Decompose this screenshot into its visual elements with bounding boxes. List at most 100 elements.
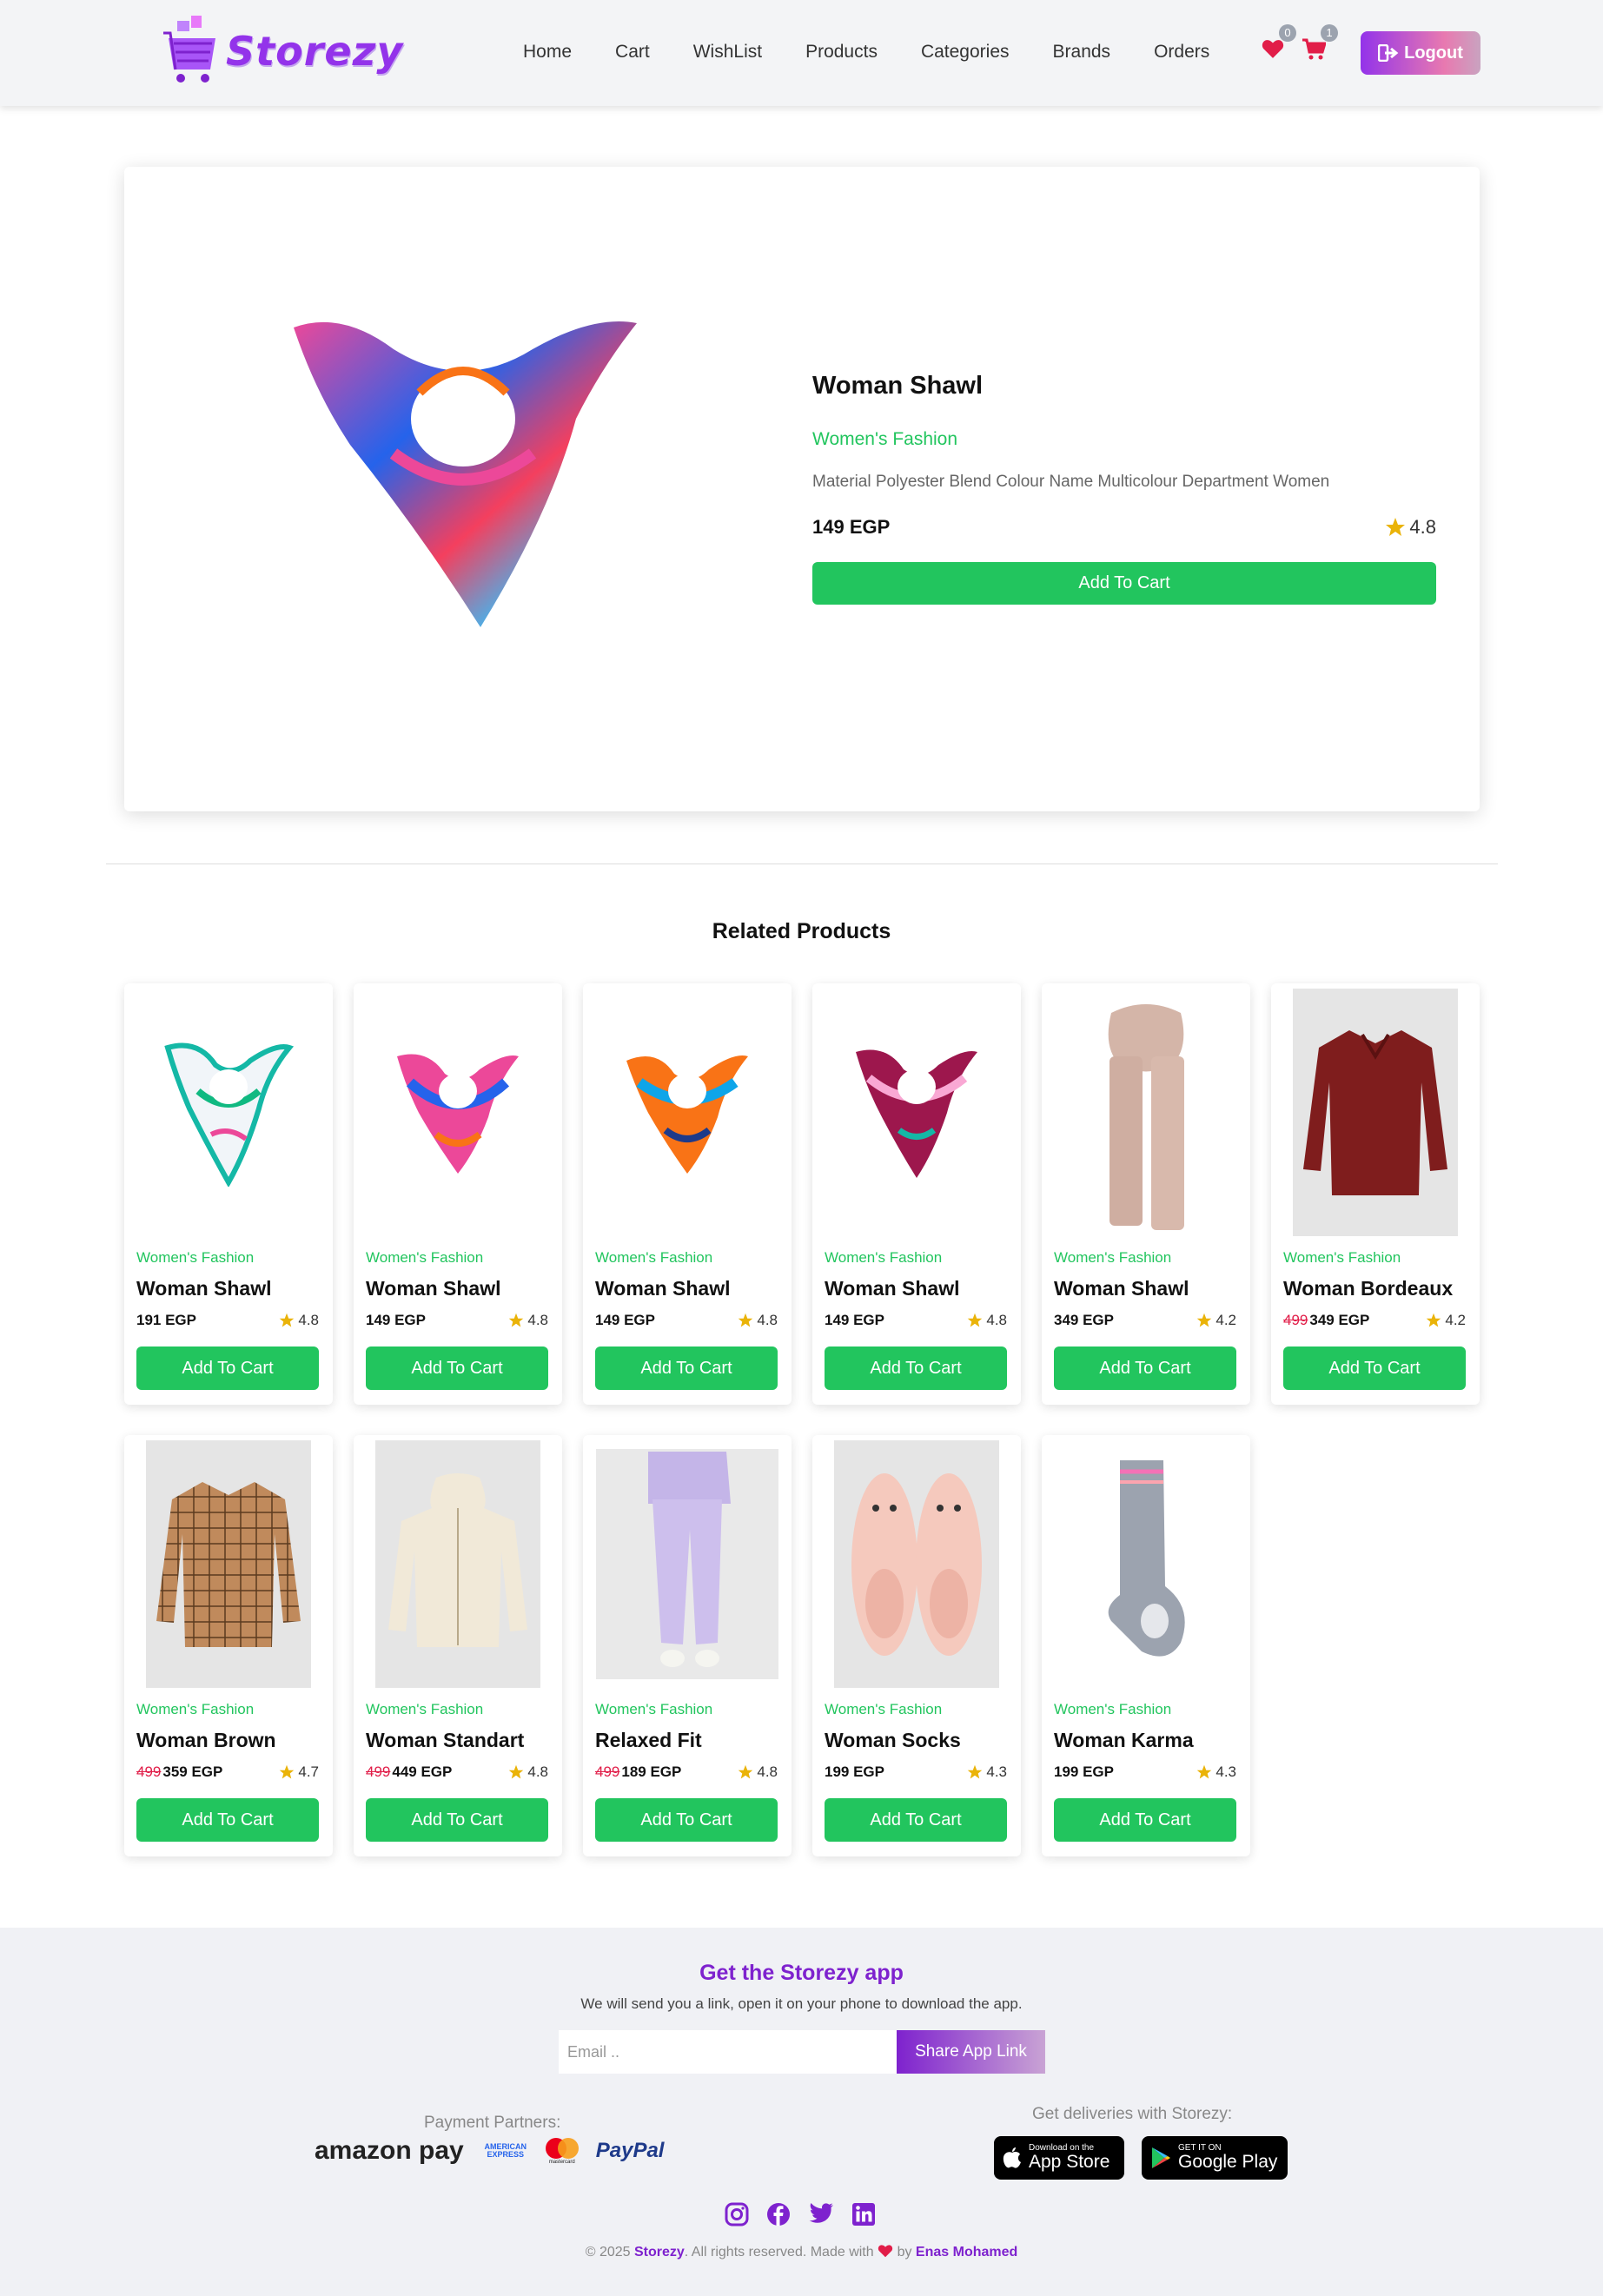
add-to-cart-button[interactable]: Add To Cart	[825, 1347, 1007, 1390]
apple-icon	[1003, 2147, 1021, 2168]
product-card-name[interactable]: Woman Shawl	[366, 1277, 501, 1300]
product-card-category[interactable]: Women's Fashion	[1283, 1249, 1401, 1267]
email-input[interactable]: Email ..	[559, 2030, 897, 2074]
product-card-current-price: 199 EGP	[1054, 1763, 1114, 1780]
product-card-price: 149 EGP	[595, 1312, 655, 1329]
product-card-old-price: 499	[1283, 1312, 1308, 1328]
star-icon	[509, 1313, 524, 1327]
product-card-name[interactable]: Woman Shawl	[136, 1277, 272, 1300]
product-card-name[interactable]: Relaxed Fit	[595, 1729, 702, 1752]
rating-value: 4.8	[527, 1312, 548, 1328]
product-card-name[interactable]: Woman Standart	[366, 1729, 524, 1752]
wishlist-button[interactable]: 0	[1262, 24, 1296, 63]
app-store-button[interactable]: Download on the App Store	[994, 2136, 1124, 2180]
add-to-cart-button[interactable]: Add To Cart	[1283, 1347, 1466, 1390]
product-card-category[interactable]: Women's Fashion	[1054, 1701, 1171, 1718]
product-card-rating: 4.2	[1196, 1312, 1236, 1329]
product-card-image[interactable]	[1283, 989, 1467, 1236]
nav-link-brands[interactable]: Brands	[1053, 42, 1111, 63]
product-card-image[interactable]	[595, 989, 779, 1236]
product-card[interactable]: Women's Fashion Relaxed Fit 499 189 EGP 4.8 A…	[583, 1435, 792, 1856]
twitter-icon[interactable]	[808, 2202, 834, 2231]
add-to-cart-button[interactable]: Add To Cart	[1054, 1798, 1236, 1842]
footer-title: Get the Storezy app	[699, 1961, 904, 1985]
add-to-cart-button[interactable]: Add To Cart	[136, 1347, 319, 1390]
nav-links: Home Cart WishList Products Categories B…	[523, 42, 1253, 63]
product-card-name[interactable]: Woman Karma	[1054, 1729, 1194, 1752]
product-card-name[interactable]: Woman Bordeaux	[1283, 1277, 1453, 1300]
product-card-current-price: 199 EGP	[825, 1763, 884, 1780]
nav-link-home[interactable]: Home	[523, 42, 572, 63]
add-to-cart-button[interactable]: Add To Cart	[595, 1347, 778, 1390]
facebook-icon[interactable]	[766, 2202, 791, 2231]
product-card-category[interactable]: Women's Fashion	[825, 1701, 942, 1718]
product-category[interactable]: Women's Fashion	[812, 429, 957, 450]
product-card-image[interactable]	[595, 1440, 779, 1688]
nav-link-wishlist[interactable]: WishList	[693, 42, 762, 63]
product-rating: 4.8	[1385, 516, 1436, 539]
product-card-rating: 4.3	[1196, 1763, 1236, 1781]
product-card[interactable]: Women's Fashion Woman Bordeaux 499 349 EGP 4…	[1271, 983, 1480, 1405]
paypal-logo: PayPal	[595, 2139, 665, 2162]
product-card-category[interactable]: Women's Fashion	[136, 1701, 254, 1718]
product-card-category[interactable]: Women's Fashion	[366, 1701, 483, 1718]
product-card-rating: 4.8	[967, 1312, 1007, 1329]
google-play-big-label: Google Play	[1178, 2152, 1278, 2172]
linkedin-icon[interactable]	[851, 2202, 876, 2231]
cart-button[interactable]: 1	[1302, 24, 1338, 65]
product-card-category[interactable]: Women's Fashion	[136, 1249, 254, 1267]
add-to-cart-button[interactable]: Add To Cart	[595, 1798, 778, 1842]
product-card[interactable]: Women's Fashion Woman Standart 499 449 EGP 4…	[354, 1435, 562, 1856]
nav-link-cart[interactable]: Cart	[615, 42, 650, 63]
google-play-button[interactable]: GET IT ON Google Play	[1142, 2136, 1288, 2180]
product-card-name[interactable]: Woman Shawl	[825, 1277, 960, 1300]
product-card-image[interactable]	[825, 1440, 1009, 1688]
product-card-old-price: 499	[595, 1763, 620, 1780]
rating-value: 4.2	[1445, 1312, 1466, 1328]
product-card[interactable]: Women's Fashion Woman Shawl 349 EGP 4.2 Add …	[1042, 983, 1250, 1405]
add-to-cart-button[interactable]: Add To Cart	[366, 1347, 548, 1390]
product-card-rating: 4.8	[508, 1763, 548, 1781]
product-card-name[interactable]: Woman Socks	[825, 1729, 961, 1752]
product-card[interactable]: Women's Fashion Woman Shawl 191 EGP 4.8 Add …	[124, 983, 333, 1405]
add-to-cart-button[interactable]: Add To Cart	[136, 1798, 319, 1842]
product-card-category[interactable]: Women's Fashion	[825, 1249, 942, 1267]
product-card-image[interactable]	[1054, 1440, 1238, 1688]
product-card-category[interactable]: Women's Fashion	[1054, 1249, 1171, 1267]
product-card-category[interactable]: Women's Fashion	[366, 1249, 483, 1267]
add-to-cart-button[interactable]: Add To Cart	[1054, 1347, 1236, 1390]
brand-logo[interactable]: Storezy	[162, 14, 403, 89]
nav-link-categories[interactable]: Categories	[921, 42, 1010, 63]
add-to-cart-button[interactable]: Add To Cart	[825, 1798, 1007, 1842]
product-card-image[interactable]	[366, 1440, 550, 1688]
product-card[interactable]: Women's Fashion Woman Socks 199 EGP 4.3 Add …	[812, 1435, 1021, 1856]
product-card-image[interactable]	[136, 989, 321, 1236]
product-card-name[interactable]: Woman Shawl	[1054, 1277, 1189, 1300]
footer: Get the Storezy app We will send you a l…	[0, 1928, 1603, 2296]
nav-link-products[interactable]: Products	[805, 42, 878, 63]
product-card-image[interactable]	[825, 989, 1009, 1236]
instagram-icon[interactable]	[725, 2202, 749, 2231]
add-to-cart-button[interactable]: Add To Cart	[812, 562, 1436, 605]
product-card-image[interactable]	[1054, 989, 1238, 1236]
product-card[interactable]: Women's Fashion Woman Karma 199 EGP 4.3 Add …	[1042, 1435, 1250, 1856]
product-card-name[interactable]: Woman Brown	[136, 1729, 276, 1752]
product-card-image[interactable]	[366, 989, 550, 1236]
product-card[interactable]: Women's Fashion Woman Shawl 149 EGP 4.8 Add …	[583, 983, 792, 1405]
logout-button[interactable]: Logout	[1361, 31, 1480, 75]
star-icon	[509, 1764, 524, 1779]
product-card[interactable]: Women's Fashion Woman Brown 499 359 EGP 4.7 A…	[124, 1435, 333, 1856]
nav-link-orders[interactable]: Orders	[1154, 42, 1209, 63]
product-card[interactable]: Women's Fashion Woman Shawl 149 EGP 4.8 Add …	[354, 983, 562, 1405]
product-card-image[interactable]	[136, 1440, 321, 1688]
author-link[interactable]: Enas Mohamed	[916, 2245, 1017, 2260]
amazon-pay-logo: amazon pay	[315, 2136, 464, 2165]
copyright-brand-link[interactable]: Storezy	[634, 2245, 685, 2260]
share-app-link-button[interactable]: Share App Link	[897, 2030, 1045, 2074]
product-card[interactable]: Women's Fashion Woman Shawl 149 EGP 4.8 Add …	[812, 983, 1021, 1405]
heart-icon	[878, 2245, 893, 2258]
add-to-cart-button[interactable]: Add To Cart	[366, 1798, 548, 1842]
product-card-category[interactable]: Women's Fashion	[595, 1249, 712, 1267]
product-card-category[interactable]: Women's Fashion	[595, 1701, 712, 1718]
product-card-name[interactable]: Woman Shawl	[595, 1277, 731, 1300]
